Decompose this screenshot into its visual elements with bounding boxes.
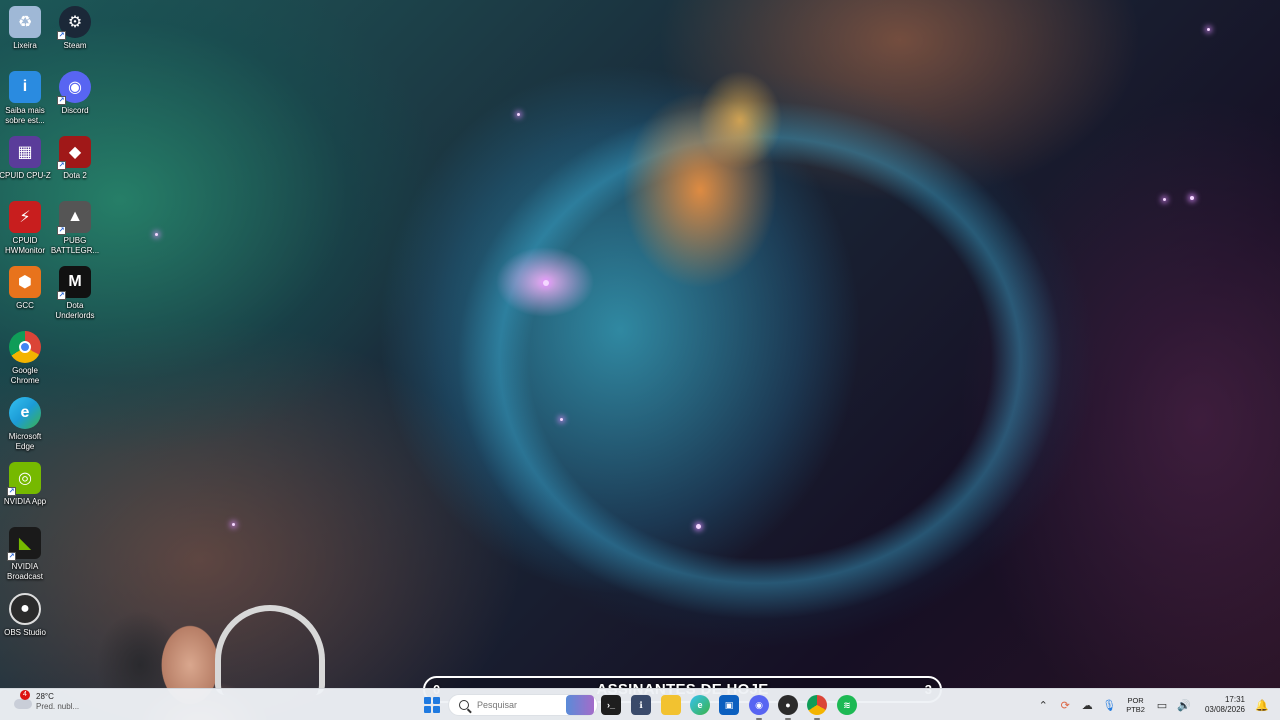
weather-widget[interactable]: 4 28°C Pred. nubl... — [14, 690, 80, 712]
clock[interactable]: 17:31 03/08/2026 — [1205, 695, 1245, 715]
spotify-icon[interactable]: ≋ — [837, 695, 857, 715]
recycle-bin-icon: ♻ — [9, 6, 41, 38]
desktop-icon-obs[interactable]: ● OBS Studio — [0, 593, 52, 638]
taskbar: 4 28°C Pred. nubl... ›_ ℹ e ▣ ◉ ● ≋ ⌃ ⟳ … — [0, 688, 1280, 720]
windows-icon — [424, 697, 431, 704]
learn-more-icon: i — [9, 71, 41, 103]
obs-icon[interactable]: ● — [778, 695, 798, 720]
star — [560, 418, 563, 421]
pubg-icon: ▲ ↗ — [57, 201, 91, 235]
cloud-off-icon[interactable]: ☁ — [1077, 695, 1097, 715]
dota-underlords-icon: M ↗ — [57, 266, 91, 300]
language-line-2: PTB2 — [1126, 705, 1145, 714]
obs-icon: ● — [9, 593, 41, 625]
cloud-icon — [14, 699, 32, 709]
hwmonitor-icon: ⚡ — [9, 201, 41, 233]
desktop-icon-nvidia-broadcast[interactable]: ◣ ↗ NVIDIA Broadcast — [0, 527, 52, 582]
steam-icon: ⚙ ↗ — [57, 6, 91, 40]
desktop-icon-pubg[interactable]: ▲ ↗ PUBG BATTLEGR... — [48, 201, 102, 256]
desktop-icon-edge[interactable]: e Microsoft Edge — [0, 397, 52, 452]
dota2-icon: ◆ ↗ — [57, 136, 91, 170]
star — [517, 113, 520, 116]
search-input[interactable] — [477, 700, 577, 710]
nvidia-broadcast-icon: ◣ ↗ — [7, 527, 41, 561]
desktop-icon-nvidia-app[interactable]: ◎ ↗ NVIDIA App — [0, 462, 52, 507]
language-line-1: POR — [1127, 696, 1144, 705]
weather-temperature: 28°C — [36, 692, 54, 701]
edge-icon: e — [9, 397, 41, 429]
search-icon — [459, 700, 469, 710]
star — [543, 280, 549, 286]
desktop-icon-label: Dota 2 — [63, 171, 87, 180]
desktop-icon-label: NVIDIA Broadcast — [6, 562, 44, 581]
discord-icon: ◉ ↗ — [57, 71, 91, 105]
chrome-icon[interactable] — [807, 695, 827, 720]
network-icon[interactable]: ▭ — [1152, 695, 1172, 715]
notification-bell-icon[interactable]: 🔔 — [1252, 695, 1272, 715]
nvidia-app-icon: ◎ ↗ — [7, 462, 41, 496]
desktop-icon-steam[interactable]: ⚙ ↗ Steam — [48, 6, 102, 51]
widgets-icon[interactable] — [566, 695, 594, 715]
desktop-icon-label: Google Chrome — [10, 366, 40, 385]
desktop-icon-learn-more[interactable]: i Saiba mais sobre est... — [0, 71, 52, 126]
weather-icon: 4 — [14, 690, 32, 711]
star — [1190, 196, 1194, 200]
volume-icon[interactable]: 🔊 — [1174, 695, 1194, 715]
microphone-icon[interactable]: 🎙 — [1099, 695, 1119, 715]
desktop-icon-dota2[interactable]: ◆ ↗ Dota 2 — [48, 136, 102, 181]
desktop-icon-label: Discord — [61, 106, 89, 115]
star — [155, 233, 158, 236]
clock-time: 17:31 — [1224, 695, 1245, 704]
desktop-icon-label: OBS Studio — [4, 628, 46, 637]
discord-icon[interactable]: ◉ — [749, 695, 769, 720]
hwinfo-icon[interactable]: ℹ — [631, 695, 651, 715]
desktop-icon-label: Dota Underlords — [55, 301, 95, 320]
weather-condition: Pred. nubl... — [36, 702, 80, 711]
cpu-z-icon: ▦ — [9, 136, 41, 168]
system-tray: ⌃ ⟳ ☁ 🎙 POR PTB2 ▭ 🔊 17:31 03/08/2026 🔔 — [1032, 689, 1280, 720]
chrome-icon — [9, 331, 41, 363]
desktop-icon-discord[interactable]: ◉ ↗ Discord — [48, 71, 102, 116]
terminal-icon[interactable]: ›_ — [601, 695, 621, 715]
desktop-icon-dota-underlords[interactable]: M ↗ Dota Underlords — [48, 266, 102, 321]
notification-badge: 4 — [20, 690, 30, 700]
start-button[interactable] — [424, 697, 440, 713]
desktop-icon-label: NVIDIA App — [3, 497, 47, 506]
star — [1163, 198, 1166, 201]
chevron-up-icon[interactable]: ⌃ — [1033, 695, 1053, 715]
store-icon[interactable]: ▣ — [719, 695, 739, 715]
desktop-icon-label: Microsoft Edge — [8, 432, 42, 451]
gcc-icon: ⬢ — [9, 266, 41, 298]
star — [696, 524, 701, 529]
edge-icon[interactable]: e — [690, 695, 710, 715]
sync-icon[interactable]: ⟳ — [1055, 695, 1075, 715]
desktop-icon-chrome[interactable]: Google Chrome — [0, 331, 52, 386]
folder-icon[interactable] — [661, 695, 681, 715]
desktop-icon-label: PUBG BATTLEGR... — [50, 236, 100, 255]
desktop-icon-label: Steam — [63, 41, 87, 50]
star — [232, 523, 235, 526]
language-indicator[interactable]: POR PTB2 — [1126, 696, 1145, 714]
clock-date: 03/08/2026 — [1204, 705, 1245, 714]
star — [1207, 28, 1210, 31]
